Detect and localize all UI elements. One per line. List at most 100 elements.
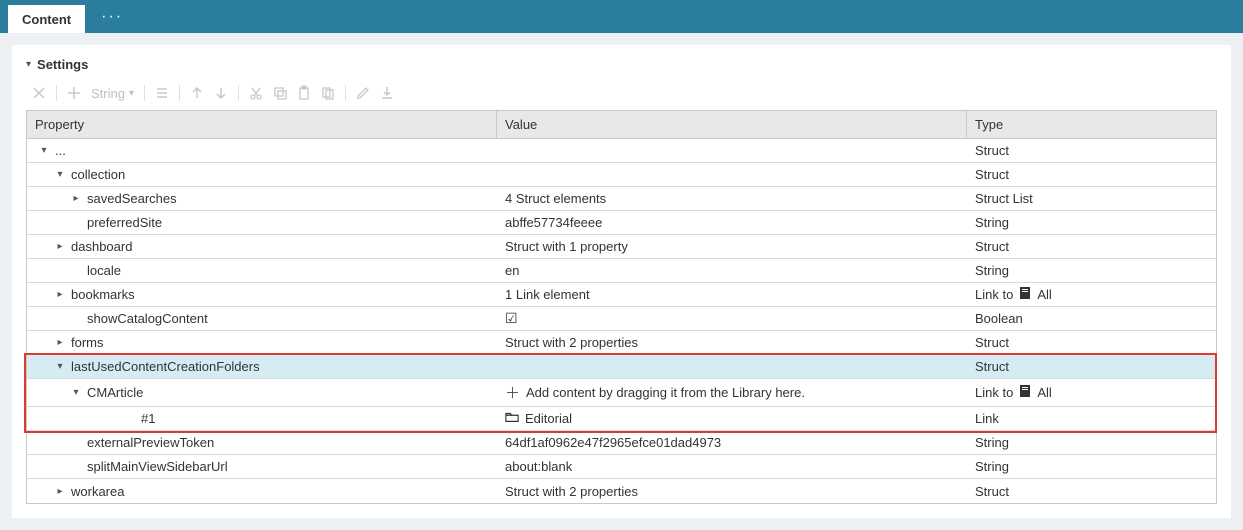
table-row[interactable]: preferredSite abffe57734feeee String (27, 211, 1216, 235)
chevron-right-icon[interactable]: ▸ (55, 241, 65, 252)
table-row[interactable]: showCatalogContent☑Boolean (27, 307, 1216, 331)
move-down-button[interactable] (212, 84, 230, 102)
property-cell: ▸savedSearches (27, 187, 497, 210)
download-button[interactable] (378, 84, 396, 102)
duplicate-button[interactable] (319, 84, 337, 102)
type-cell: Struct (967, 235, 1216, 258)
property-cell: splitMainViewSidebarUrl (27, 455, 497, 478)
chevron-right-icon[interactable]: ▸ (55, 289, 65, 300)
property-table: Property Value Type ▾...Struct▾collectio… (26, 110, 1217, 504)
list-button[interactable] (153, 84, 171, 102)
column-value[interactable]: Value (497, 111, 967, 138)
download-icon (379, 85, 395, 101)
chevron-down-icon[interactable]: ▾ (71, 387, 81, 398)
table-row[interactable]: ▾CMArticle＋Add content by dragging it fr… (27, 379, 1216, 407)
type-label: Struct (975, 239, 1009, 254)
value-cell: en (497, 259, 967, 282)
table-row[interactable]: ▾... Struct (27, 139, 1216, 163)
type-cell: String (967, 455, 1216, 478)
property-label: preferredSite (87, 215, 162, 230)
copy-button[interactable] (271, 84, 289, 102)
document-icon (1019, 286, 1031, 303)
tab-content-label: Content (22, 12, 71, 27)
table-row[interactable]: ▸savedSearches4 Struct elementsStruct Li… (27, 187, 1216, 211)
table-row[interactable]: #1Editorial Link (27, 407, 1216, 431)
table-row[interactable]: ▸dashboardStruct with 1 propertyStruct (27, 235, 1216, 259)
property-label: ... (55, 143, 66, 158)
table-header: Property Value Type (27, 111, 1216, 139)
type-label: Link (975, 411, 999, 426)
property-label: externalPreviewToken (87, 435, 214, 450)
property-label: locale (87, 263, 121, 278)
property-cell: ▸bookmarks (27, 283, 497, 306)
property-cell: ▸ forms (27, 331, 497, 354)
type-label: Link to (975, 287, 1013, 302)
table-row[interactable]: ▸workareaStruct with 2 propertiesStruct (27, 479, 1216, 503)
type-label: String (975, 435, 1009, 450)
type-cell: Link toAll (967, 283, 1216, 306)
cut-button[interactable] (247, 84, 265, 102)
chevron-down-icon[interactable]: ▾ (55, 361, 65, 372)
value-label: 1 Link element (505, 287, 590, 302)
move-up-button[interactable] (188, 84, 206, 102)
type-cell: Struct (967, 139, 1216, 162)
separator (179, 85, 180, 101)
type-label: Struct (975, 484, 1009, 499)
table-row[interactable]: ▸ forms Struct with 2 properties Struct (27, 331, 1216, 355)
folder-icon (505, 410, 519, 427)
value-cell: Editorial (497, 407, 967, 430)
type-dropdown[interactable]: String ▾ (89, 86, 136, 101)
scissors-icon (248, 85, 264, 101)
chevron-right-icon[interactable]: ▸ (55, 337, 65, 348)
add-button[interactable] (65, 84, 83, 102)
chevron-right-icon[interactable]: ▸ (55, 486, 65, 497)
table-row[interactable]: ▸bookmarks 1 Link element Link toAll (27, 283, 1216, 307)
value-label: Struct with 2 properties (505, 335, 638, 350)
type-label: Struct (975, 143, 1009, 158)
value-cell: 64df1af0962e47f2965efce01dad4973 (497, 431, 967, 454)
type-dropdown-label: String (91, 86, 125, 101)
type-label: Link to (975, 385, 1013, 400)
chevron-down-icon[interactable]: ▾ (39, 145, 49, 156)
tab-content[interactable]: Content (8, 5, 85, 33)
column-property[interactable]: Property (27, 111, 497, 138)
paste-button[interactable] (295, 84, 313, 102)
type-cell: String (967, 259, 1216, 282)
value-label: Struct with 1 property (505, 239, 628, 254)
type-label: Boolean (975, 311, 1023, 326)
type-cell: Struct (967, 163, 1216, 186)
property-label: splitMainViewSidebarUrl (87, 459, 228, 474)
table-body: ▾...Struct▾collectionStruct▸savedSearche… (27, 139, 1216, 503)
delete-button[interactable] (30, 84, 48, 102)
property-cell: externalPreviewToken (27, 431, 497, 454)
table-row[interactable]: externalPreviewToken 64df1af0962e47f2965e… (27, 431, 1216, 455)
type-label: Struct (975, 335, 1009, 350)
table-row[interactable]: locale en String (27, 259, 1216, 283)
document-icon (1019, 384, 1031, 401)
value-label: abffe57734feeee (505, 215, 602, 230)
x-icon (31, 85, 47, 101)
toolbar: String ▾ (26, 80, 1217, 110)
property-cell: #1 (27, 407, 497, 430)
value-cell (497, 355, 967, 378)
tab-menu-dots[interactable]: ··· (85, 8, 139, 26)
value-label: en (505, 263, 519, 278)
type-cell: String (967, 211, 1216, 234)
type-cell: Boolean (967, 307, 1216, 330)
column-type[interactable]: Type (967, 111, 1216, 138)
settings-section-header[interactable]: ▾ Settings (26, 51, 1217, 80)
table-row[interactable]: ▾lastUsedContentCreationFoldersStruct (27, 355, 1216, 379)
separator (345, 85, 346, 101)
table-row[interactable]: splitMainViewSidebarUrlabout:blankString (27, 455, 1216, 479)
chevron-down-icon[interactable]: ▾ (55, 169, 65, 180)
chevron-down-icon: ▾ (26, 59, 31, 70)
chevron-right-icon[interactable]: ▸ (71, 193, 81, 204)
type-cell: Struct (967, 479, 1216, 503)
property-label: forms (71, 335, 104, 350)
edit-button[interactable] (354, 84, 372, 102)
pencil-icon (355, 85, 371, 101)
plus-icon (66, 85, 82, 101)
property-label: lastUsedContentCreationFolders (71, 359, 260, 374)
property-cell: ▸workarea (27, 479, 497, 503)
table-row[interactable]: ▾collectionStruct (27, 163, 1216, 187)
